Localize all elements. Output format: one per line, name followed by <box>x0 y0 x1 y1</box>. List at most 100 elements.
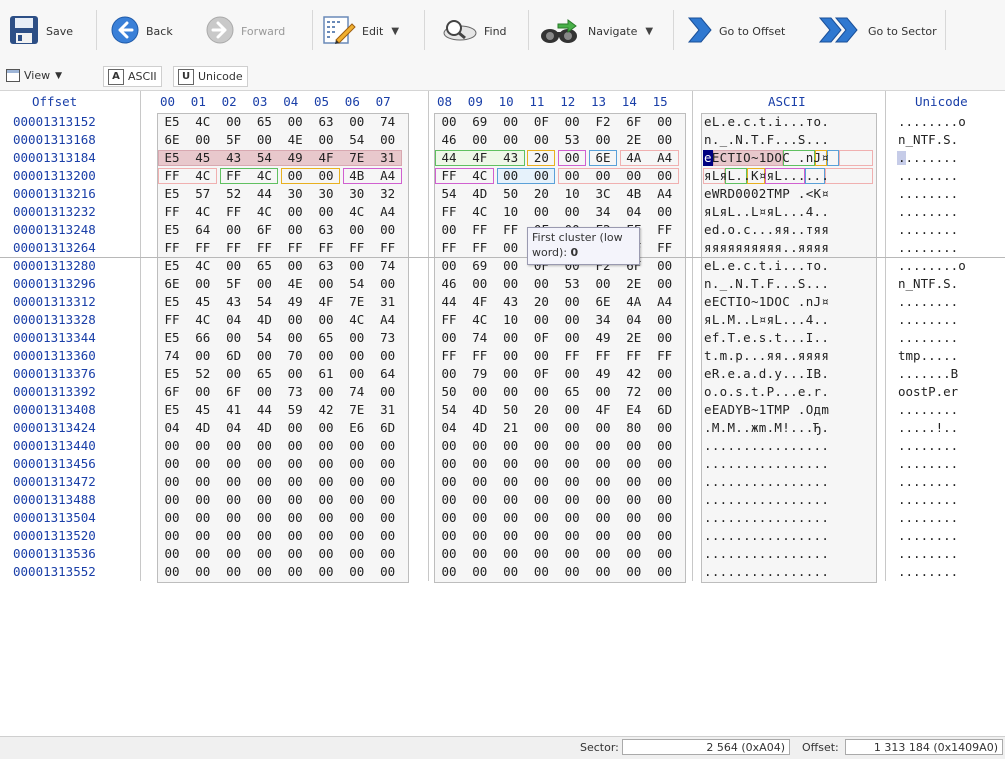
hex-byte[interactable]: 4C <box>470 203 490 221</box>
hex-byte[interactable]: 00 <box>501 131 521 149</box>
hex-byte[interactable]: 00 <box>193 347 213 365</box>
hex-byte[interactable]: 00 <box>162 473 182 491</box>
hex-byte[interactable]: 00 <box>593 473 613 491</box>
hex-byte[interactable]: 6D <box>655 401 675 419</box>
hex-byte[interactable]: 00 <box>254 455 274 473</box>
hex-byte[interactable]: 00 <box>501 275 521 293</box>
hex-byte[interactable]: 42 <box>316 401 336 419</box>
view-menu-button[interactable]: View ▼ <box>6 66 62 85</box>
hex-byte[interactable]: 20 <box>531 401 551 419</box>
hex-byte[interactable]: 74 <box>378 113 398 131</box>
hex-byte[interactable]: 00 <box>593 491 613 509</box>
hex-byte[interactable]: 00 <box>254 563 274 581</box>
hex-byte[interactable]: 00 <box>501 509 521 527</box>
row-offset[interactable]: 00001313168 <box>13 131 96 149</box>
hex-byte[interactable]: 5F <box>224 275 244 293</box>
hex-byte[interactable]: 00 <box>378 455 398 473</box>
edit-dropdown-icon[interactable]: ▼ <box>391 26 399 37</box>
hex-byte[interactable]: 5F <box>224 131 244 149</box>
ascii-text[interactable]: ................ <box>704 473 872 491</box>
hex-byte[interactable]: 00 <box>285 203 305 221</box>
hex-byte[interactable]: 46 <box>439 275 459 293</box>
unicode-text[interactable]: .......B <box>898 365 1003 383</box>
hex-byte[interactable]: 65 <box>254 365 274 383</box>
hex-byte[interactable]: 49 <box>593 329 613 347</box>
hex-byte[interactable]: FF <box>254 239 274 257</box>
hex-byte[interactable]: 00 <box>224 113 244 131</box>
row-offset[interactable]: 00001313184 <box>13 149 96 167</box>
row-offset[interactable]: 00001313232 <box>13 203 96 221</box>
unicode-text[interactable]: ........ <box>898 509 1003 527</box>
hex-byte[interactable]: 00 <box>562 509 582 527</box>
row-offset[interactable]: 00001313504 <box>13 509 96 527</box>
hex-byte[interactable]: 00 <box>162 509 182 527</box>
hex-byte[interactable]: 00 <box>285 257 305 275</box>
hex-byte[interactable]: 00 <box>562 437 582 455</box>
hex-byte[interactable]: 00 <box>224 257 244 275</box>
hex-byte[interactable]: 70 <box>285 347 305 365</box>
hex-byte[interactable]: 00 <box>470 527 490 545</box>
hex-byte[interactable]: 00 <box>224 527 244 545</box>
hex-byte[interactable]: 00 <box>562 563 582 581</box>
hex-byte[interactable]: 00 <box>193 509 213 527</box>
hex-byte[interactable]: 00 <box>624 563 644 581</box>
hex-byte[interactable]: 00 <box>531 491 551 509</box>
hex-byte[interactable]: 45 <box>193 149 213 167</box>
hex-byte[interactable]: 00 <box>378 437 398 455</box>
hex-byte[interactable]: 20 <box>531 149 551 167</box>
hex-byte[interactable]: 00 <box>470 563 490 581</box>
hex-byte[interactable]: 00 <box>655 455 675 473</box>
hex-byte[interactable]: 00 <box>193 455 213 473</box>
hex-byte[interactable]: FF <box>655 239 675 257</box>
hex-byte[interactable]: 00 <box>562 203 582 221</box>
hex-byte[interactable]: 4C <box>193 311 213 329</box>
hex-byte[interactable]: 00 <box>347 257 367 275</box>
hex-byte[interactable]: 79 <box>470 365 490 383</box>
hex-byte[interactable]: 43 <box>224 149 244 167</box>
row-offset[interactable]: 00001313328 <box>13 311 96 329</box>
unicode-text[interactable]: ........ <box>898 473 1003 491</box>
hex-byte[interactable]: 00 <box>624 455 644 473</box>
hex-byte[interactable]: 00 <box>439 365 459 383</box>
hex-byte[interactable]: 00 <box>470 545 490 563</box>
unicode-text[interactable]: oostP.er <box>898 383 1003 401</box>
hex-byte[interactable]: 65 <box>562 383 582 401</box>
row-offset[interactable]: 00001313520 <box>13 527 96 545</box>
hex-byte[interactable]: 00 <box>655 131 675 149</box>
hex-byte[interactable]: 00 <box>562 293 582 311</box>
hex-byte[interactable]: 04 <box>224 311 244 329</box>
hex-byte[interactable]: 00 <box>316 131 336 149</box>
row-offset[interactable]: 00001313456 <box>13 455 96 473</box>
row-offset[interactable]: 00001313472 <box>13 473 96 491</box>
hex-byte[interactable]: 04 <box>624 203 644 221</box>
hex-byte[interactable]: FF <box>162 203 182 221</box>
hex-byte[interactable]: A4 <box>655 185 675 203</box>
ascii-text[interactable]: eECTIO~1DOC .nJ¤ <box>704 149 872 167</box>
hex-byte[interactable]: 00 <box>285 491 305 509</box>
hex-byte[interactable]: 00 <box>316 473 336 491</box>
go-to-sector-button[interactable]: Go to Sector <box>818 11 937 51</box>
hex-byte[interactable]: 44 <box>439 149 459 167</box>
ascii-text[interactable]: n._.N.T.F...S... <box>704 275 872 293</box>
hex-byte[interactable]: 4F <box>316 293 336 311</box>
hex-byte[interactable]: 00 <box>470 473 490 491</box>
hex-byte[interactable]: 54 <box>347 275 367 293</box>
hex-byte[interactable]: 00 <box>193 437 213 455</box>
row-offset[interactable]: 00001313312 <box>13 293 96 311</box>
hex-byte[interactable]: FF <box>470 347 490 365</box>
hex-byte[interactable]: 00 <box>347 455 367 473</box>
hex-byte[interactable]: 66 <box>193 329 213 347</box>
hex-byte[interactable]: 00 <box>316 527 336 545</box>
unicode-text[interactable]: ........ <box>898 545 1003 563</box>
hex-byte[interactable]: 00 <box>224 365 244 383</box>
hex-byte[interactable]: 00 <box>624 437 644 455</box>
hex-byte[interactable]: 00 <box>162 491 182 509</box>
hex-byte[interactable]: FF <box>224 239 244 257</box>
hex-byte[interactable]: 00 <box>224 545 244 563</box>
row-offset[interactable]: 00001313264 <box>13 239 96 257</box>
hex-byte[interactable]: 00 <box>655 311 675 329</box>
hex-byte[interactable]: 00 <box>378 221 398 239</box>
hex-byte[interactable]: 6F <box>162 383 182 401</box>
ascii-toggle[interactable]: A ASCII <box>103 66 162 87</box>
hex-byte[interactable]: FF <box>470 221 490 239</box>
